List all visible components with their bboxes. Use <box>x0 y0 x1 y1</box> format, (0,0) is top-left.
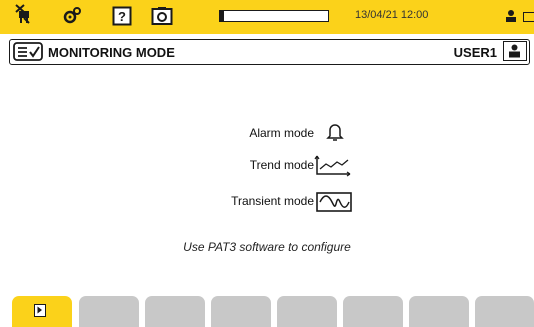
alarm-mode-item[interactable]: Alarm mode <box>150 124 314 144</box>
progress-bar <box>219 10 329 22</box>
user-icon[interactable] <box>503 41 527 61</box>
trend-mode-item[interactable]: Trend mode <box>150 156 314 176</box>
svg-text:?: ? <box>118 9 126 24</box>
username: USER1 <box>453 45 497 60</box>
transient-wave-icon[interactable] <box>316 192 352 217</box>
softkey-6[interactable] <box>343 296 403 327</box>
settings-icon[interactable] <box>62 6 82 31</box>
transient-mode-item[interactable]: Transient mode <box>150 192 314 212</box>
help-icon[interactable]: ? <box>112 6 132 31</box>
softkey-2[interactable] <box>79 296 139 327</box>
softkey-7[interactable] <box>409 296 469 327</box>
monitoring-checklist-icon <box>13 42 45 67</box>
play-icon <box>34 304 46 317</box>
bell-icon[interactable] <box>326 121 344 148</box>
camera-icon[interactable] <box>151 6 173 31</box>
softkey-5[interactable] <box>277 296 337 327</box>
datetime: 13/04/21 12:00 <box>355 9 429 21</box>
alarm-mode-label: Alarm mode <box>249 126 314 140</box>
plug-icon[interactable] <box>13 3 35 30</box>
softkey-3[interactable] <box>145 296 205 327</box>
trend-chart-icon[interactable] <box>314 154 354 183</box>
softkey-bar <box>0 296 534 327</box>
softkey-8[interactable] <box>475 296 534 327</box>
progress-fill <box>220 11 225 21</box>
title-bar: MONITORING MODE USER1 <box>9 39 530 65</box>
configure-hint: Use PAT3 software to configure <box>183 240 351 254</box>
page-title: MONITORING MODE <box>48 45 175 60</box>
status-bar: ? 13/04/21 12:00 <box>0 0 534 34</box>
softkey-1[interactable] <box>12 296 72 327</box>
battery-icon <box>523 12 534 22</box>
trend-mode-label: Trend mode <box>249 158 314 172</box>
softkey-4[interactable] <box>211 296 271 327</box>
network-icon <box>505 9 517 28</box>
transient-mode-label: Transient mode <box>231 194 314 208</box>
